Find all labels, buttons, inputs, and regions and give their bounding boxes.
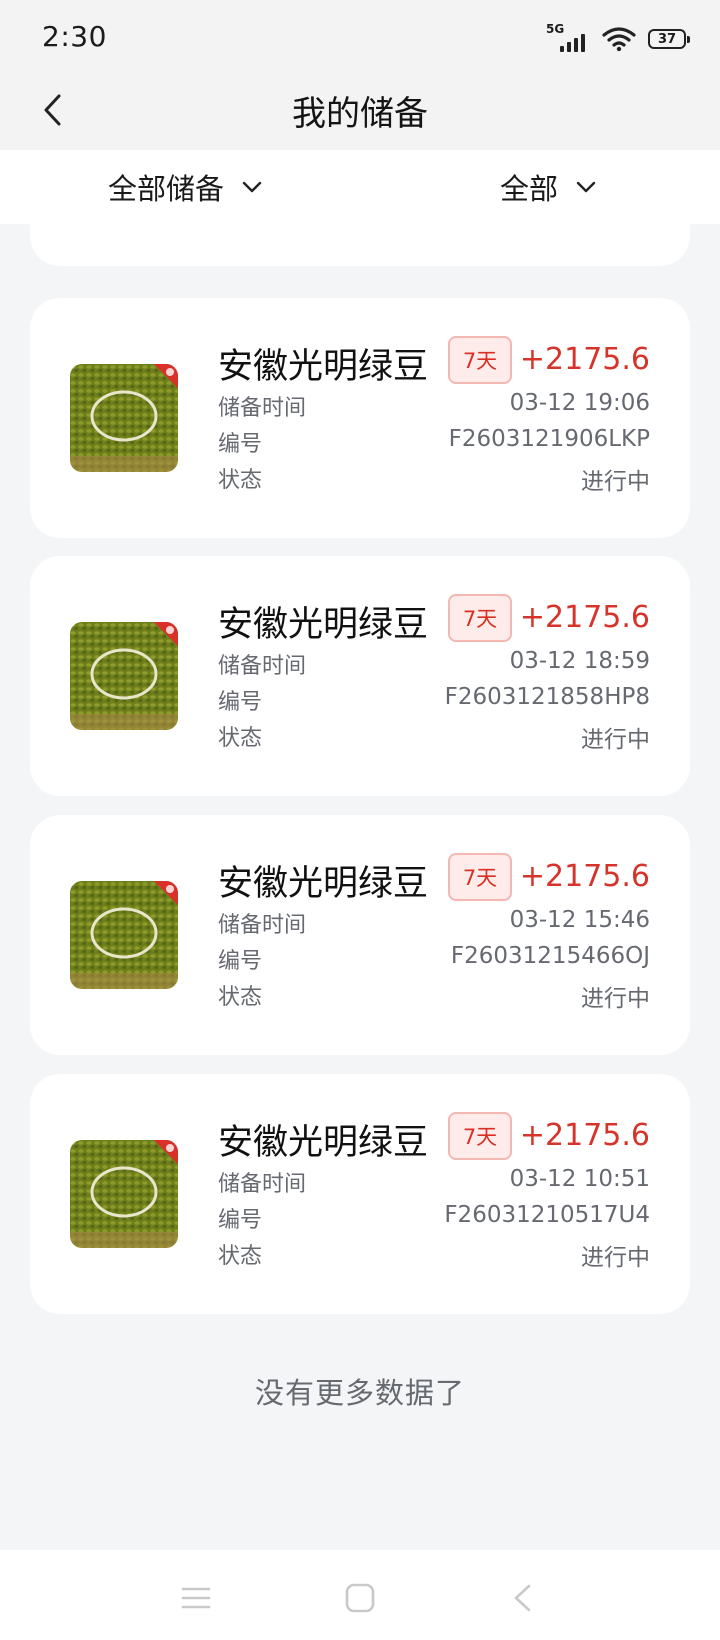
record-card[interactable]: 安徽光明绿豆 7天 +2175.6 储备时间 03-12 19:06 编号 F2… (30, 298, 690, 538)
term-badge: 7天 (448, 1112, 512, 1160)
product-image (70, 1140, 178, 1248)
recent-apps-button[interactable] (178, 1580, 214, 1616)
record-card[interactable]: 安徽光明绿豆 7天 +2175.6 储备时间 03-12 15:46 编号 F2… (30, 815, 690, 1055)
order-id-value: F2603121906LKP (448, 426, 650, 452)
reserve-time-row: 储备时间 03-12 19:06 (218, 390, 650, 421)
status-label: 状态 (218, 726, 263, 751)
status-row: 状态 进行中 (218, 979, 650, 1012)
reserve-time-value: 03-12 10:51 (509, 1166, 650, 1192)
record-card[interactable]: 安徽光明绿豆 7天 +2175.6 储备时间 03-12 10:51 编号 F2… (30, 1074, 690, 1314)
system-nav-bar (0, 1550, 720, 1640)
status-time: 2:30 (42, 20, 107, 53)
cellular-signal-icon: 5G (546, 22, 590, 54)
term-badge: 7天 (448, 336, 512, 384)
reserve-type-dropdown[interactable]: 全部储备 (108, 166, 262, 208)
status-label: 状态 (218, 985, 263, 1010)
record-list[interactable]: 安徽光明绿豆 7天 +2175.6 储备时间 03-12 19:06 编号 F2… (0, 224, 720, 1550)
reserve-time-label: 储备时间 (218, 1172, 307, 1197)
reserve-time-label: 储备时间 (218, 654, 307, 679)
term-badge: 7天 (448, 594, 512, 642)
header: 我的储备 (0, 74, 720, 150)
order-id-row: 编号 F26031210517U4 (218, 1202, 650, 1233)
menu-icon (181, 1587, 211, 1609)
order-id-row: 编号 F2603121858HP8 (218, 684, 650, 715)
product-name: 安徽光明绿豆 (218, 1123, 429, 1163)
battery-level: 37 (657, 31, 677, 47)
record-card[interactable]: 安徽光明绿豆 7天 +2175.6 储备时间 03-12 18:59 编号 F2… (30, 556, 690, 796)
product-image (70, 622, 178, 730)
reserve-type-label: 全部储备 (108, 172, 225, 206)
status-icons: 5G 37 (546, 22, 690, 56)
order-id-label: 编号 (218, 1208, 263, 1233)
status-value: 进行中 (581, 986, 650, 1012)
status-label: 状态 (218, 468, 263, 493)
filter-bar: 全部储备 全部 (0, 150, 720, 224)
order-id-label: 编号 (218, 432, 263, 457)
status-row: 状态 进行中 (218, 462, 650, 495)
reserve-time-row: 储备时间 03-12 10:51 (218, 1166, 650, 1197)
wifi-icon (602, 27, 636, 52)
page-title: 我的储备 (292, 94, 428, 134)
home-square-icon (345, 1583, 375, 1613)
order-id-row: 编号 F2603121906LKP (218, 426, 650, 457)
status-value: 进行中 (581, 727, 650, 753)
reserve-time-row: 储备时间 03-12 18:59 (218, 648, 650, 679)
order-id-value: F26031215466OJ (450, 943, 650, 969)
status-row: 状态 进行中 (218, 1238, 650, 1271)
no-more-data-text: 没有更多数据了 (254, 1376, 465, 1410)
reserve-time-row: 储备时间 03-12 15:46 (218, 907, 650, 938)
status-row: 状态 进行中 (218, 720, 650, 753)
term-badge: 7天 (448, 853, 512, 901)
chevron-down-icon (242, 181, 262, 193)
back-triangle-icon (514, 1584, 531, 1612)
product-name: 安徽光明绿豆 (218, 605, 429, 645)
order-id-label: 编号 (218, 949, 263, 974)
reserve-time-value: 03-12 19:06 (509, 390, 650, 416)
reserve-time-label: 储备时间 (218, 396, 307, 421)
status-filter-label: 全部 (500, 172, 559, 206)
reserve-time-value: 03-12 18:59 (509, 648, 650, 674)
status-label: 状态 (218, 1244, 263, 1269)
home-button[interactable] (342, 1580, 378, 1616)
order-id-label: 编号 (218, 690, 263, 715)
product-name: 安徽光明绿豆 (218, 864, 429, 904)
order-id-row: 编号 F26031215466OJ (218, 943, 650, 974)
status-value: 进行中 (581, 1245, 650, 1271)
product-image (70, 364, 178, 472)
status-bar: 2:30 5G 37 (0, 0, 720, 74)
amount: +2175.6 (519, 600, 650, 635)
reserve-time-label: 储备时间 (218, 913, 307, 938)
product-image (70, 881, 178, 989)
amount: +2175.6 (519, 1118, 650, 1153)
reserve-time-value: 03-12 15:46 (509, 907, 650, 933)
status-value: 进行中 (581, 469, 650, 495)
order-id-value: F26031210517U4 (444, 1202, 650, 1228)
order-id-value: F2603121858HP8 (444, 684, 650, 710)
amount: +2175.6 (519, 859, 650, 894)
record-card-partial[interactable] (30, 224, 690, 266)
system-back-button[interactable] (504, 1580, 540, 1616)
status-filter-dropdown[interactable]: 全部 (500, 166, 596, 208)
battery-icon: 37 (648, 29, 690, 49)
product-name: 安徽光明绿豆 (218, 347, 429, 387)
chevron-down-icon (576, 181, 596, 193)
amount: +2175.6 (519, 342, 650, 377)
